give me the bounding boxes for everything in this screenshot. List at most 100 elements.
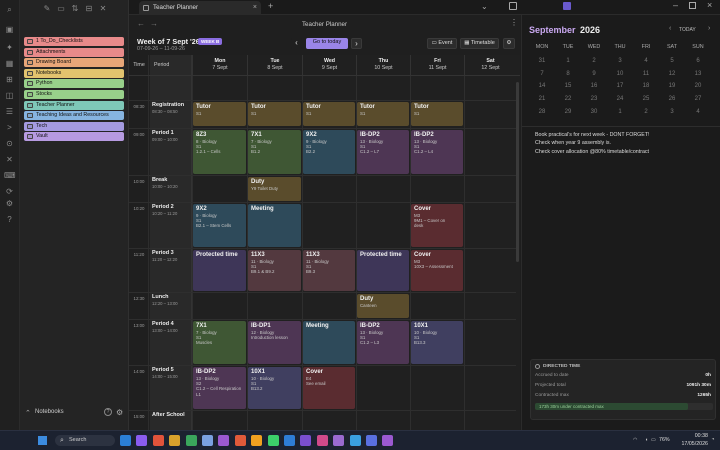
wifi-icon[interactable]: ◠	[633, 437, 637, 443]
calendar-day[interactable]: 12	[660, 71, 684, 77]
event-card[interactable]: Cover M3 9M1 – Cover on desk	[411, 204, 463, 247]
volume-icon[interactable]: ◖	[645, 437, 648, 443]
more-options-icon[interactable]: ⋮	[510, 18, 518, 27]
new-tab-icon[interactable]: +	[268, 1, 273, 11]
taskbar-app-icon[interactable]	[136, 435, 148, 446]
event-card[interactable]: Duty Canteen	[357, 294, 409, 318]
today-button[interactable]: TODAY	[679, 27, 696, 33]
event-card[interactable]: 9X2 9 · Biology S1 B2.2	[303, 130, 355, 174]
minimize-icon[interactable]: –	[673, 0, 678, 10]
calendar-day[interactable]: 13	[686, 71, 710, 77]
taskbar-app-icon[interactable]	[333, 435, 345, 446]
prev-week-button[interactable]: ‹	[291, 38, 302, 49]
windows-start-icon[interactable]	[38, 436, 47, 445]
notes-panel[interactable]: Book practical's for next week - DONT FO…	[535, 131, 715, 156]
calendar-day[interactable]: 1	[608, 109, 632, 115]
go-to-today-button[interactable]: Go to today	[306, 38, 348, 49]
next-month-icon[interactable]: ›	[708, 25, 710, 32]
clock-date[interactable]: 17/05/2026	[670, 441, 708, 447]
calendar-day[interactable]: 8	[556, 71, 580, 77]
folder-item[interactable]: Drawing Board	[24, 58, 124, 68]
collapse-icon[interactable]: ⊟	[84, 4, 94, 14]
calendar-day[interactable]: 18	[634, 83, 658, 89]
clock-time[interactable]: 00:38	[680, 433, 708, 439]
close-window-icon[interactable]: ×	[707, 0, 712, 10]
vault-switcher[interactable]: ⌃ Notebooks ? ⚙	[20, 408, 129, 418]
tab-teacher-planner[interactable]: Teacher Planner ×	[139, 1, 261, 15]
taskbar-app-icon[interactable]	[316, 435, 328, 446]
calendar-day[interactable]: 9	[582, 71, 606, 77]
close-icon[interactable]: ✕	[98, 4, 108, 14]
calendar-day[interactable]: 29	[556, 109, 580, 115]
grid-scrollbar[interactable]	[516, 82, 519, 262]
taskbar-app-icon[interactable]	[202, 435, 213, 446]
command-icon[interactable]: >	[4, 122, 15, 133]
event-card[interactable]: Cover M3 10X3 – Assessment	[411, 250, 463, 291]
taskbar-app-icon[interactable]	[152, 435, 164, 446]
calendar-day[interactable]: 20	[686, 83, 710, 89]
next-week-button[interactable]: ›	[351, 38, 362, 49]
taskbar-app-icon[interactable]	[120, 435, 131, 446]
taskbar-app-icon[interactable]	[349, 435, 361, 446]
event-card[interactable]: 10X1 10 · Biology S1 B13.3	[411, 321, 463, 364]
event-card[interactable]: 7X1 7 · Biology S1 Muscles	[193, 321, 246, 364]
sync-icon[interactable]: ⟳	[4, 186, 15, 197]
folder-item[interactable]: Teacher Planner	[24, 100, 124, 110]
folder-item[interactable]: Tech	[24, 121, 124, 131]
daily-note-icon[interactable]: ☰	[4, 106, 15, 117]
calendar-day[interactable]: 4	[686, 109, 710, 115]
folder-item[interactable]: Stocks	[24, 90, 124, 99]
calendar-day[interactable]: 26	[660, 96, 684, 102]
toggle-right-sidebar-icon[interactable]	[509, 2, 517, 10]
calendar-day[interactable]: 21	[530, 96, 554, 102]
taskbar-app-icon[interactable]	[169, 435, 181, 446]
event-card[interactable]: Tutor S1	[248, 102, 301, 126]
calendar-day[interactable]: 6	[686, 58, 710, 64]
calendar-day[interactable]: 7	[530, 71, 554, 77]
taskbar-app-icon[interactable]	[267, 435, 279, 446]
calendar-day[interactable]: 27	[686, 96, 710, 102]
event-card[interactable]: IB-DP1 12 · Biology Introduction lesson	[248, 321, 301, 364]
taskbar-app-icon[interactable]	[366, 435, 377, 446]
publish-icon[interactable]: ⊙	[4, 138, 15, 149]
battery-icon[interactable]: ▭	[651, 437, 656, 443]
calendar-day[interactable]: 22	[556, 96, 580, 102]
folder-item[interactable]: Attachments	[24, 47, 124, 57]
taskbar-search[interactable]: ⌕ Search	[55, 435, 115, 446]
calendar-day[interactable]: 1	[556, 58, 580, 64]
folder-item[interactable]: Python	[24, 79, 124, 89]
calendar-day[interactable]: 31	[530, 58, 554, 64]
taskbar-app-icon[interactable]	[251, 435, 263, 446]
calendar-day[interactable]: 5	[660, 58, 684, 64]
close-tab-icon[interactable]: ×	[253, 1, 257, 15]
taskbar-app-icon[interactable]	[284, 435, 295, 446]
event-card[interactable]: 11X3 11 · Biology S1 B9.1 & B9.2	[248, 250, 301, 291]
event-card[interactable]: 10X1 10 · Biology S1 B13.2	[248, 367, 301, 409]
calendar-day[interactable]: 28	[530, 109, 554, 115]
event-card[interactable]: 9X2 9 · Biology S1 B2.1 – Stem Cells	[193, 204, 246, 247]
calendar-day[interactable]: 17	[608, 83, 632, 89]
calendar-day[interactable]: 24	[608, 96, 632, 102]
event-card[interactable]: Duty Y9 Toilet Duty	[248, 177, 301, 201]
calendar-day[interactable]: 2	[634, 109, 658, 115]
template-icon[interactable]: ⊞	[4, 74, 15, 85]
event-card[interactable]: Tutor S1	[357, 102, 409, 126]
calendar-day[interactable]: 16	[582, 83, 606, 89]
event-card[interactable]: Cover E4 See email	[303, 367, 355, 409]
event-card[interactable]: Tutor S1	[193, 102, 246, 126]
taskbar-app-icon[interactable]	[234, 435, 246, 446]
taskbar-app-icon[interactable]	[382, 435, 394, 446]
new-note-icon[interactable]: ✎	[42, 4, 52, 14]
calendar-panel-icon[interactable]	[563, 2, 571, 10]
graph-icon[interactable]: ✦	[4, 42, 15, 53]
calendar-day[interactable]: 19	[660, 83, 684, 89]
folder-item[interactable]: 1 To_Do_Checklists	[24, 37, 124, 46]
event-card[interactable]: Protected time	[357, 250, 409, 291]
calendar-day[interactable]: 2	[582, 58, 606, 64]
event-card[interactable]: Protected time	[193, 250, 246, 291]
new-folder-icon[interactable]: ▭	[56, 4, 66, 14]
event-card[interactable]: Meeting	[248, 204, 301, 247]
calendar-day[interactable]: 25	[634, 96, 658, 102]
planner-settings-button[interactable]: ⚙	[503, 38, 515, 49]
calendar-day[interactable]: 15	[556, 83, 580, 89]
